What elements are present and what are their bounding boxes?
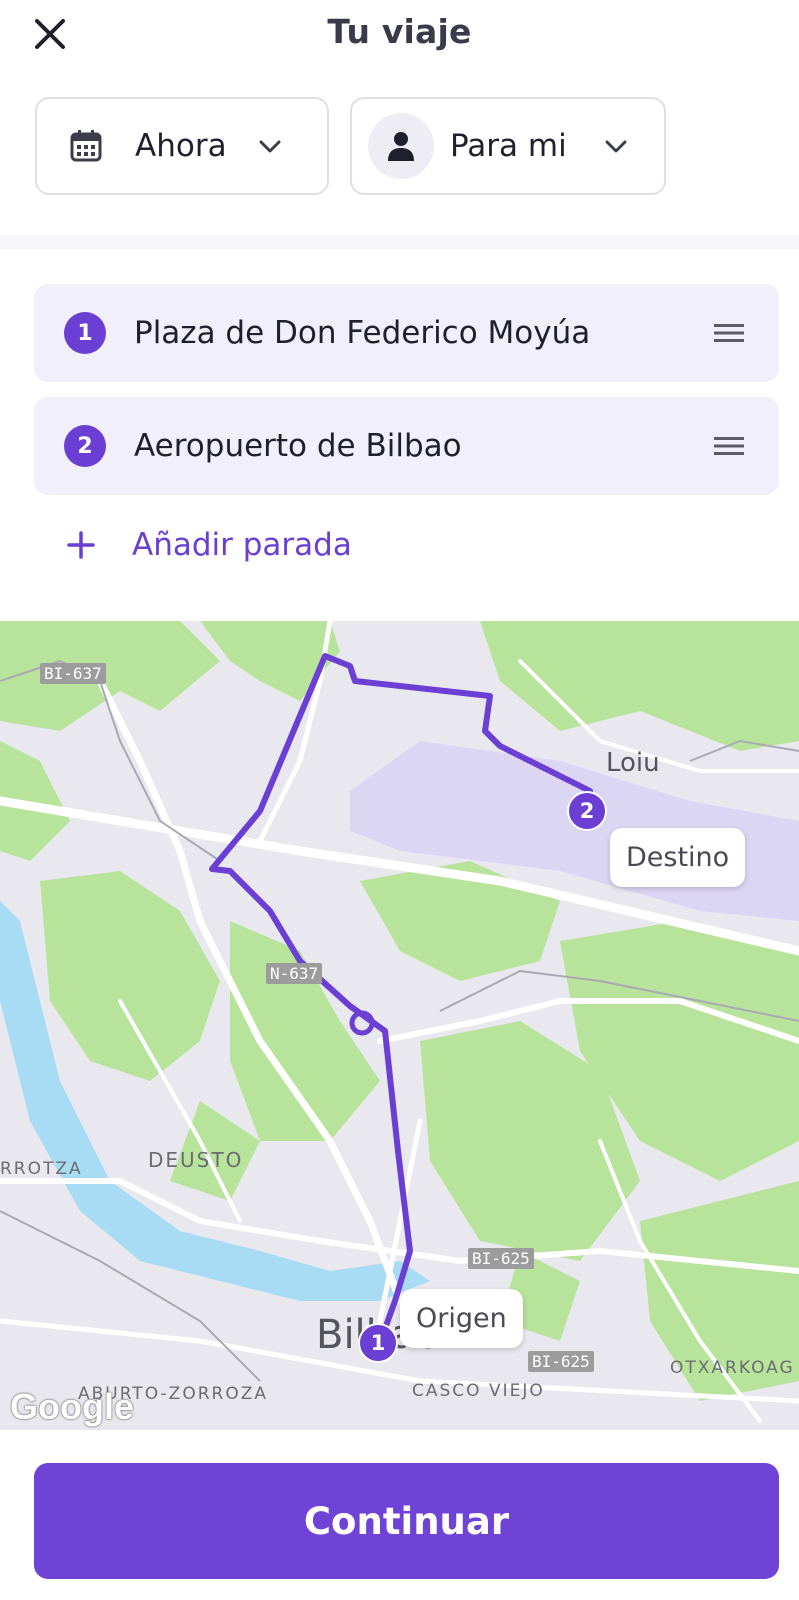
stop-number-badge: 2: [64, 425, 106, 467]
stop-number-badge: 1: [64, 312, 106, 354]
passenger-label: Para mi: [450, 128, 567, 164]
person-icon: [388, 132, 414, 161]
avatar: [368, 113, 434, 179]
origin-bubble[interactable]: Origen: [400, 1289, 523, 1348]
place-label: CASCO VIEJO: [412, 1381, 545, 1401]
drag-handle-icon[interactable]: [713, 322, 745, 344]
route-map[interactable]: BI-637 N-637 BI-625 BI-625 Loiu DEUSTO R…: [0, 621, 799, 1430]
stop-label: Aeropuerto de Bilbao: [134, 428, 462, 464]
stop-label: Plaza de Don Federico Moyúa: [134, 315, 591, 351]
drag-handle-icon[interactable]: [713, 435, 745, 457]
place-label: RROTZA: [0, 1159, 83, 1179]
chevron-down-icon: [605, 140, 627, 153]
continue-button[interactable]: Continuar: [34, 1463, 779, 1579]
place-label: OTXARKOAG: [670, 1358, 795, 1378]
add-stop-label: Añadir parada: [132, 527, 352, 563]
footer: Continuar: [0, 1430, 799, 1600]
when-selector[interactable]: Ahora: [35, 97, 329, 195]
destination-marker[interactable]: 2: [567, 791, 607, 831]
section-divider: [0, 235, 799, 249]
road-label: BI-637: [40, 663, 106, 684]
destination-bubble[interactable]: Destino: [610, 828, 746, 887]
when-label: Ahora: [135, 128, 227, 164]
map-attribution: Google: [10, 1386, 134, 1427]
place-label: Loiu: [606, 748, 660, 778]
place-label: DEUSTO: [148, 1148, 244, 1172]
origin-marker[interactable]: 1: [358, 1323, 398, 1363]
chevron-down-icon: [259, 140, 281, 153]
road-label: N-637: [266, 963, 323, 984]
calendar-icon: [70, 130, 102, 162]
passenger-selector[interactable]: Para mi: [350, 97, 666, 195]
stops-panel: 1 Plaza de Don Federico Moyúa 2 Aeropuer…: [0, 249, 799, 621]
trip-header: Tu viaje Ahora Para mi: [0, 0, 799, 235]
road-label: BI-625: [468, 1248, 534, 1269]
add-stop-button[interactable]: Añadir parada: [66, 527, 352, 563]
stop-origin[interactable]: 1 Plaza de Don Federico Moyúa: [34, 284, 779, 382]
stop-destination[interactable]: 2 Aeropuerto de Bilbao: [34, 397, 779, 495]
page-title: Tu viaje: [327, 12, 472, 51]
road-label: BI-625: [528, 1351, 594, 1372]
plus-icon: [67, 531, 95, 559]
